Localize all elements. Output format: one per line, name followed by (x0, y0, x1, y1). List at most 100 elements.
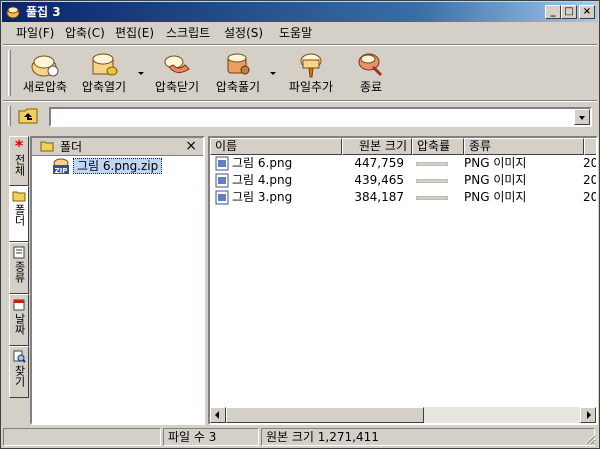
find-icon (13, 350, 26, 363)
zip-icon: ZIP (53, 158, 69, 175)
scroll-thumb[interactable] (226, 407, 424, 423)
file-size: 447,759 (354, 156, 404, 170)
folder-pane-header: 폴더 × (32, 138, 203, 156)
folder-pane-close-button[interactable]: × (185, 138, 197, 154)
close-button[interactable]: × (579, 5, 595, 19)
folder-icon (12, 191, 26, 202)
tab-all[interactable]: * 전체 (9, 136, 29, 186)
add-file-label: 파일추가 (288, 80, 334, 94)
exit-icon (358, 53, 383, 77)
file-date: 20 (583, 156, 598, 170)
file-name: 그림 6.png (232, 156, 293, 170)
tab-find[interactable]: 찾기 (9, 346, 29, 398)
title-bar[interactable]: 풀집 3 _ □ × (2, 2, 598, 22)
compression-ratio-bar (416, 162, 448, 166)
menu-archive[interactable]: 압축(C) (65, 25, 105, 41)
status-file-count: 파일 수 3 (163, 428, 259, 446)
menu-edit[interactable]: 편집(E) (115, 25, 154, 41)
folder-pane-title: 폴더 (60, 140, 83, 154)
scroll-right-arrow-icon (587, 411, 591, 419)
table-row[interactable]: 그림 3.png 384,187 PNG 이미지 20 (210, 189, 596, 206)
file-list: 이름 원본 크기 압축률 종류 그림 6.png 447,759 PNG 이미지… (208, 136, 598, 425)
scroll-right-button[interactable] (580, 407, 596, 423)
asterisk-icon: * (14, 136, 24, 155)
compression-ratio-bar (416, 179, 448, 183)
column-header-date[interactable] (584, 138, 596, 155)
tab-date[interactable]: 날짜 (9, 294, 29, 346)
status-empty-cell (3, 428, 161, 446)
png-file-icon (215, 156, 229, 171)
file-size: 384,187 (354, 190, 404, 204)
menu-help[interactable]: 도움말 (279, 25, 312, 41)
up-folder-icon (18, 108, 38, 124)
address-combo[interactable] (49, 107, 592, 127)
address-bar (3, 103, 597, 129)
file-name: 그림 4.png (232, 173, 293, 187)
add-file-icon (300, 53, 322, 78)
add-file-button[interactable]: 파일추가 (285, 50, 337, 98)
open-archive-button[interactable]: 압축열기 (77, 50, 131, 98)
column-header-type[interactable]: 종류 (464, 138, 584, 155)
column-header-size[interactable]: 원본 크기 (342, 138, 412, 155)
address-dropdown-button[interactable] (574, 109, 590, 125)
menu-settings[interactable]: 설정(S) (224, 25, 263, 41)
table-row[interactable]: 그림 6.png 447,759 PNG 이미지 20 (210, 155, 596, 172)
tab-folder-label: 폴더 (13, 204, 26, 226)
exit-button[interactable]: 종료 (345, 50, 397, 98)
open-archive-dropdown-arrow[interactable] (138, 72, 144, 75)
maximize-button[interactable]: □ (561, 5, 577, 19)
minimize-button[interactable]: _ (545, 5, 561, 19)
extract-icon (227, 53, 250, 75)
open-archive-label: 압축열기 (81, 80, 127, 94)
calendar-icon (13, 299, 25, 311)
up-folder-button[interactable] (17, 106, 41, 126)
file-date: 20 (583, 190, 598, 204)
column-header-ratio[interactable]: 압축률 (412, 138, 464, 155)
compression-ratio-bar (416, 196, 448, 200)
open-archive-icon (92, 53, 118, 76)
png-file-icon (215, 173, 229, 188)
extract-dropdown-arrow[interactable] (270, 72, 276, 75)
horizontal-scrollbar[interactable] (210, 407, 596, 423)
status-bar: 파일 수 3 원본 크기 1,271,411 (3, 428, 597, 446)
png-file-icon (215, 190, 229, 205)
toolbar-grip[interactable] (8, 50, 11, 96)
status-original-size: 원본 크기 1,271,411 (261, 428, 595, 446)
close-archive-icon (164, 55, 190, 73)
new-archive-icon (31, 55, 59, 77)
file-type: PNG 이미지 (464, 173, 527, 187)
column-header-name[interactable]: 이름 (210, 138, 342, 155)
file-size: 439,465 (354, 173, 404, 187)
menu-bar: 파일(F) 압축(C) 편집(E) 스크립트 설정(S) 도움말 (2, 23, 598, 43)
file-type: PNG 이미지 (464, 190, 527, 204)
tab-type[interactable]: 종류 (9, 242, 29, 294)
toolbar-separator (3, 100, 597, 102)
scroll-left-button[interactable] (210, 407, 226, 423)
address-grip[interactable] (8, 106, 11, 126)
folder-pane: 폴더 × ZIP 그림 6.png.zip (30, 136, 205, 425)
window-title: 풀집 3 (26, 5, 61, 19)
close-archive-button[interactable]: 압축닫기 (151, 50, 203, 98)
tab-folder[interactable]: 폴더 (9, 186, 29, 242)
close-archive-label: 압축닫기 (154, 80, 200, 94)
app-window: 풀집 3 _ □ × 파일(F) 압축(C) 편집(E) 스크립트 설정(S) … (0, 0, 600, 449)
type-icon (13, 246, 25, 259)
tab-find-label: 찾기 (13, 365, 26, 387)
new-archive-label: 새로압축 (22, 80, 68, 94)
tree-item-label: 그림 6.png.zip (73, 158, 163, 174)
app-icon (6, 6, 20, 19)
extract-label: 압축풀기 (215, 80, 261, 94)
table-row[interactable]: 그림 4.png 439,465 PNG 이미지 20 (210, 172, 596, 189)
tab-date-label: 날짜 (13, 313, 26, 335)
scroll-left-arrow-icon (215, 411, 219, 419)
address-input[interactable] (51, 109, 571, 125)
toolbar: 새로압축 압축열기 압축닫기 압축풀기 파일추가 종료 (3, 46, 597, 98)
extract-button[interactable]: 압축풀기 (211, 50, 265, 98)
menu-file[interactable]: 파일(F) (16, 25, 54, 41)
new-archive-button[interactable]: 새로압축 (19, 50, 71, 98)
menu-script[interactable]: 스크립트 (166, 25, 210, 41)
resize-grip-icon[interactable] (584, 433, 596, 445)
side-tab-strip: * 전체 폴더 종류 날짜 찾기 (9, 136, 30, 398)
tab-type-label: 종류 (13, 261, 26, 283)
file-date: 20 (583, 173, 598, 187)
